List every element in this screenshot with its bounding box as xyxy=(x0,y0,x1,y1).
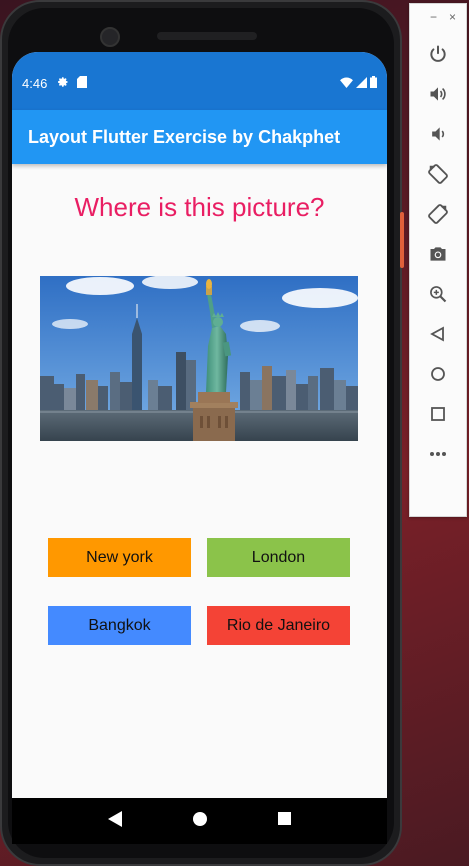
app-bar-title: Layout Flutter Exercise by Chakphet xyxy=(28,126,341,147)
close-icon[interactable]: × xyxy=(449,10,456,34)
answer-button-new-york[interactable]: New york xyxy=(48,538,191,577)
app-bar: Layout Flutter Exercise by Chakphet xyxy=(12,110,387,164)
statue-of-liberty-image xyxy=(40,276,358,441)
answer-grid: New york London Bangkok Rio de Janeiro xyxy=(48,538,351,645)
wifi-icon xyxy=(340,76,353,91)
volume-up-icon[interactable] xyxy=(410,74,466,114)
emulator-window-controls: − × xyxy=(410,4,466,34)
home-icon[interactable] xyxy=(410,354,466,394)
app-screen: 4:46 Layout Flutter Exercise by Chakphet… xyxy=(12,52,387,830)
answer-button-bangkok[interactable]: Bangkok xyxy=(48,606,191,645)
emulator-toolbar: − × xyxy=(409,3,467,517)
recents-icon[interactable] xyxy=(278,812,292,830)
earpiece-speaker xyxy=(157,32,257,40)
gear-icon xyxy=(57,76,69,91)
status-time: 4:46 xyxy=(22,75,48,91)
sd-card-icon xyxy=(77,75,88,91)
back-icon[interactable] xyxy=(410,314,466,354)
zoom-icon[interactable] xyxy=(410,274,466,314)
more-icon[interactable] xyxy=(410,434,466,474)
android-nav-bar xyxy=(12,798,387,844)
answer-button-london[interactable]: London xyxy=(207,538,350,577)
status-right-icons xyxy=(340,75,377,91)
volume-down-icon[interactable] xyxy=(410,114,466,154)
rotate-right-icon[interactable] xyxy=(410,194,466,234)
overview-icon[interactable] xyxy=(410,394,466,434)
signal-icon xyxy=(356,76,367,91)
front-camera xyxy=(100,27,120,47)
back-icon[interactable] xyxy=(107,810,122,832)
home-icon[interactable] xyxy=(192,811,207,831)
battery-icon xyxy=(370,75,377,91)
question-text: Where is this picture? xyxy=(74,192,325,222)
answer-button-rio-de-janeiro[interactable]: Rio de Janeiro xyxy=(207,606,350,645)
minimize-icon[interactable]: − xyxy=(430,10,437,34)
camera-icon[interactable] xyxy=(410,234,466,274)
phone-side-button[interactable] xyxy=(400,212,404,268)
rotate-left-icon[interactable] xyxy=(410,154,466,194)
power-icon[interactable] xyxy=(410,34,466,74)
status-bar: 4:46 xyxy=(12,52,387,110)
